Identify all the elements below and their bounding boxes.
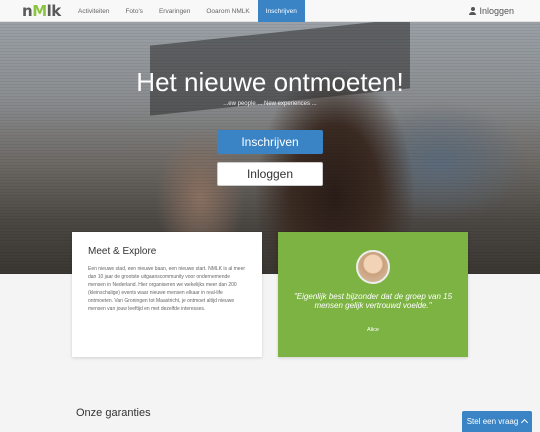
nav-menu: Activiteiten Foto's Ervaringen Ooarom NM… bbox=[70, 0, 305, 22]
nav-item-inschrijven[interactable]: Inschrijven bbox=[257, 0, 305, 22]
meet-explore-text: Een nieuwe stad, een nieuwe baan, een ni… bbox=[88, 266, 246, 312]
logo-prefix: n bbox=[22, 2, 33, 20]
chevron-up-icon bbox=[521, 418, 529, 427]
user-icon bbox=[469, 7, 477, 15]
logo-suffix: lk bbox=[46, 2, 62, 20]
login-button[interactable]: Inloggen bbox=[217, 162, 323, 186]
navbar: n Mlk Activiteiten Foto's Ervaringen Ooar… bbox=[0, 0, 540, 22]
section-title: Onze garanties bbox=[76, 407, 151, 419]
hero-title: Het nieuwe ontmoeten! bbox=[136, 67, 404, 97]
nav-item-ooarom-nmlk[interactable]: Ooarom NMLK bbox=[198, 0, 257, 22]
brand-logo[interactable]: n Mlk bbox=[22, 2, 62, 20]
avatar bbox=[356, 250, 390, 284]
meet-explore-card: Meet & Explore Een nieuwe stad, een nieu… bbox=[72, 232, 262, 357]
testimonial-author: Alice bbox=[367, 327, 379, 333]
hero-subtitle: ...ew people ... New experiences ... bbox=[223, 101, 317, 107]
nav-item-fotos[interactable]: Foto's bbox=[117, 0, 151, 22]
login-link[interactable]: Inloggen bbox=[469, 0, 514, 22]
nav-item-ervaringen[interactable]: Ervaringen bbox=[151, 0, 198, 22]
login-link-label: Inloggen bbox=[479, 6, 514, 16]
testimonial-card: "Eigenlijk best bijzonder dat de groep v… bbox=[278, 232, 468, 357]
meet-explore-title: Meet & Explore bbox=[88, 246, 157, 257]
signup-button[interactable]: Inschrijven bbox=[217, 130, 323, 154]
chat-button-label: Stel een vraag bbox=[466, 417, 519, 426]
testimonial-quote: "Eigenlijk best bijzonder dat de groep v… bbox=[293, 292, 453, 310]
chat-button[interactable]: Stel een vraag bbox=[462, 411, 532, 432]
logo-accent: M bbox=[32, 2, 47, 20]
nav-item-activiteiten[interactable]: Activiteiten bbox=[70, 0, 117, 22]
